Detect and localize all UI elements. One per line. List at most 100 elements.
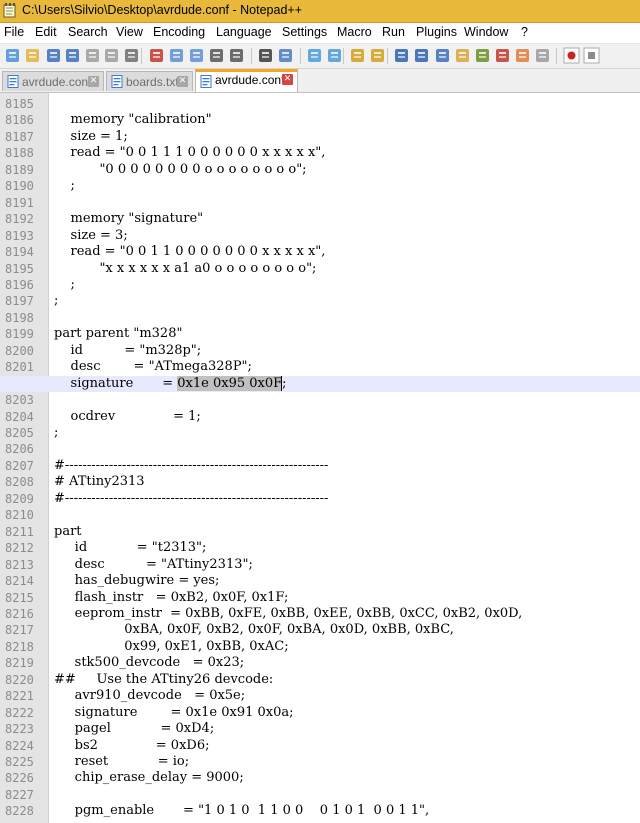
code-text[interactable]: memory "calibration": [54, 112, 212, 128]
menu-plugins[interactable]: Plugins: [416, 25, 457, 39]
print-icon[interactable]: [123, 47, 140, 64]
zoom-out-icon[interactable]: [326, 47, 343, 64]
paste-icon[interactable]: [188, 47, 205, 64]
code-text[interactable]: has_debugwire = yes;: [54, 573, 220, 589]
monitoring-icon[interactable]: [534, 47, 551, 64]
code-text[interactable]: eeprom_instr = 0xBB, 0xFE, 0xBB, 0xEE, 0…: [54, 606, 523, 622]
code-text[interactable]: part: [54, 524, 82, 540]
code-text[interactable]: avr910_devcode = 0x5e;: [54, 688, 245, 704]
code-text[interactable]: desc = "ATmega328P";: [54, 359, 252, 375]
close-icon[interactable]: ✕: [177, 76, 188, 87]
code-text[interactable]: ;: [54, 178, 75, 194]
find-icon[interactable]: [257, 47, 274, 64]
code-text[interactable]: id = "t2313";: [54, 540, 207, 556]
cut-icon[interactable]: [148, 47, 165, 64]
copy-icon[interactable]: [168, 47, 185, 64]
open-file-icon[interactable]: [24, 47, 41, 64]
title-bar: C:\Users\Silvio\Desktop\avrdude.conf - N…: [0, 0, 640, 23]
toolbar-separator: [300, 48, 301, 64]
menu-view[interactable]: View: [116, 25, 143, 39]
menu-run[interactable]: Run: [382, 25, 405, 39]
replace-icon[interactable]: [277, 47, 294, 64]
code-text[interactable]: size = 3;: [54, 228, 128, 244]
code-text[interactable]: reset = io;: [54, 754, 189, 770]
code-text[interactable]: desc = "ATtiny2313";: [54, 557, 253, 573]
user-language-icon[interactable]: [454, 47, 471, 64]
zoom-in-icon[interactable]: [306, 47, 323, 64]
menu-language[interactable]: Language: [216, 25, 272, 39]
code-text[interactable]: ;: [54, 293, 58, 309]
save-all-icon[interactable]: [64, 47, 81, 64]
code-text[interactable]: read = "0 0 1 1 1 0 0 0 0 0 0 x x x x x"…: [54, 145, 326, 161]
menu-encoding[interactable]: Encoding: [153, 25, 205, 39]
code-text[interactable]: id = "m328p";: [54, 343, 202, 359]
file-icon: [200, 75, 212, 88]
editor[interactable]: 8185 8186 8187 8188 8189 8190 8191 8192 8193 8194…: [0, 93, 640, 823]
code-text[interactable]: read = "0 0 1 1 0 0 0 0 0 0 0 x x x x x"…: [54, 244, 326, 260]
window-title: C:\Users\Silvio\Desktop\avrdude.conf - N…: [22, 3, 302, 17]
code-segment: signature =: [54, 375, 178, 391]
code-text[interactable]: size = 1;: [54, 129, 128, 145]
document-map-icon[interactable]: [474, 47, 491, 64]
file-icon: [7, 75, 19, 88]
tab-avrdude-conf-3[interactable]: avrdude.conf ✕: [195, 69, 298, 92]
menu-macro[interactable]: Macro: [337, 25, 372, 39]
menu-settings[interactable]: Settings: [282, 25, 327, 39]
code-segment: ;: [282, 375, 287, 391]
code-text[interactable]: #---------------------------------------…: [54, 491, 328, 507]
code-text[interactable]: ;: [54, 277, 75, 293]
code-text[interactable]: pgm_enable = "1 0 1 0 1 1 0 0 0 1 0 1 0 …: [54, 803, 430, 819]
code-text[interactable]: bs2 = 0xD6;: [54, 738, 210, 754]
notepad-plus-plus-icon: [3, 3, 16, 18]
close-icon[interactable]: ✕: [88, 76, 99, 87]
menu-help[interactable]: ?: [521, 25, 528, 39]
code-text[interactable]: #---------------------------------------…: [54, 458, 328, 474]
selected-text[interactable]: 0x1e 0x95 0x0F: [177, 375, 283, 391]
undo-icon[interactable]: [208, 47, 225, 64]
code-text[interactable]: flash_instr = 0xB2, 0x0F, 0x1F;: [54, 590, 289, 606]
record-macro-icon[interactable]: [563, 47, 580, 64]
code-text[interactable]: ocdrev = 1;: [54, 409, 201, 425]
code-text[interactable]: signature = 0x1e 0x91 0x0a;: [54, 705, 294, 721]
function-list-icon[interactable]: [494, 47, 511, 64]
close-all-icon[interactable]: [103, 47, 120, 64]
code-text[interactable]: 0x99, 0xE1, 0xBB, 0xAC;: [54, 639, 288, 655]
redo-icon[interactable]: [228, 47, 245, 64]
code-text[interactable]: "x x x x x x a1 a0 o o o o o o o o";: [54, 261, 316, 277]
close-icon[interactable]: [84, 47, 101, 64]
menu-edit[interactable]: Edit: [35, 25, 57, 39]
code-text[interactable]: # ATtiny2313: [54, 474, 145, 490]
folder-workspace-icon[interactable]: [514, 47, 531, 64]
toolbar-separator: [343, 48, 344, 64]
code-text[interactable]: 0xBA, 0x0F, 0xB2, 0x0F, 0xBA, 0x0D, 0xBB…: [54, 622, 454, 638]
menu-window[interactable]: Window: [464, 25, 508, 39]
code-text[interactable]: pagel = 0xD4;: [54, 721, 215, 737]
tab-boards-txt-2[interactable]: boards.txt ✕: [106, 71, 193, 91]
word-wrap-icon[interactable]: [393, 47, 410, 64]
code-text[interactable]: ;: [54, 425, 58, 441]
close-icon[interactable]: ✕: [282, 74, 293, 85]
menu-file[interactable]: File: [4, 25, 24, 39]
indent-guide-icon[interactable]: [434, 47, 451, 64]
show-all-chars-icon[interactable]: [413, 47, 430, 64]
sync-vertical-icon[interactable]: [349, 47, 366, 64]
save-icon[interactable]: [45, 47, 62, 64]
code-text[interactable]: ## Use the ATtiny26 devcode:: [54, 672, 273, 688]
new-file-icon[interactable]: [4, 47, 21, 64]
code-text[interactable]: stk500_devcode = 0x23;: [54, 655, 245, 671]
sync-horizontal-icon[interactable]: [369, 47, 386, 64]
code-text[interactable]: "0 0 0 0 0 0 0 0 o o o o o o o o";: [54, 162, 306, 178]
tab-avrdude-conf-1[interactable]: avrdude.conf ✕: [2, 71, 104, 91]
code-text[interactable]: memory "signature": [54, 211, 204, 227]
code-text[interactable]: signature = 0x1e 0x95 0x0F;: [54, 375, 287, 392]
code-text[interactable]: chip_erase_delay = 9000;: [54, 770, 244, 786]
code-text[interactable]: part parent "m328": [54, 326, 182, 342]
menu-search[interactable]: Search: [68, 25, 108, 39]
stop-macro-icon[interactable]: [583, 47, 600, 64]
